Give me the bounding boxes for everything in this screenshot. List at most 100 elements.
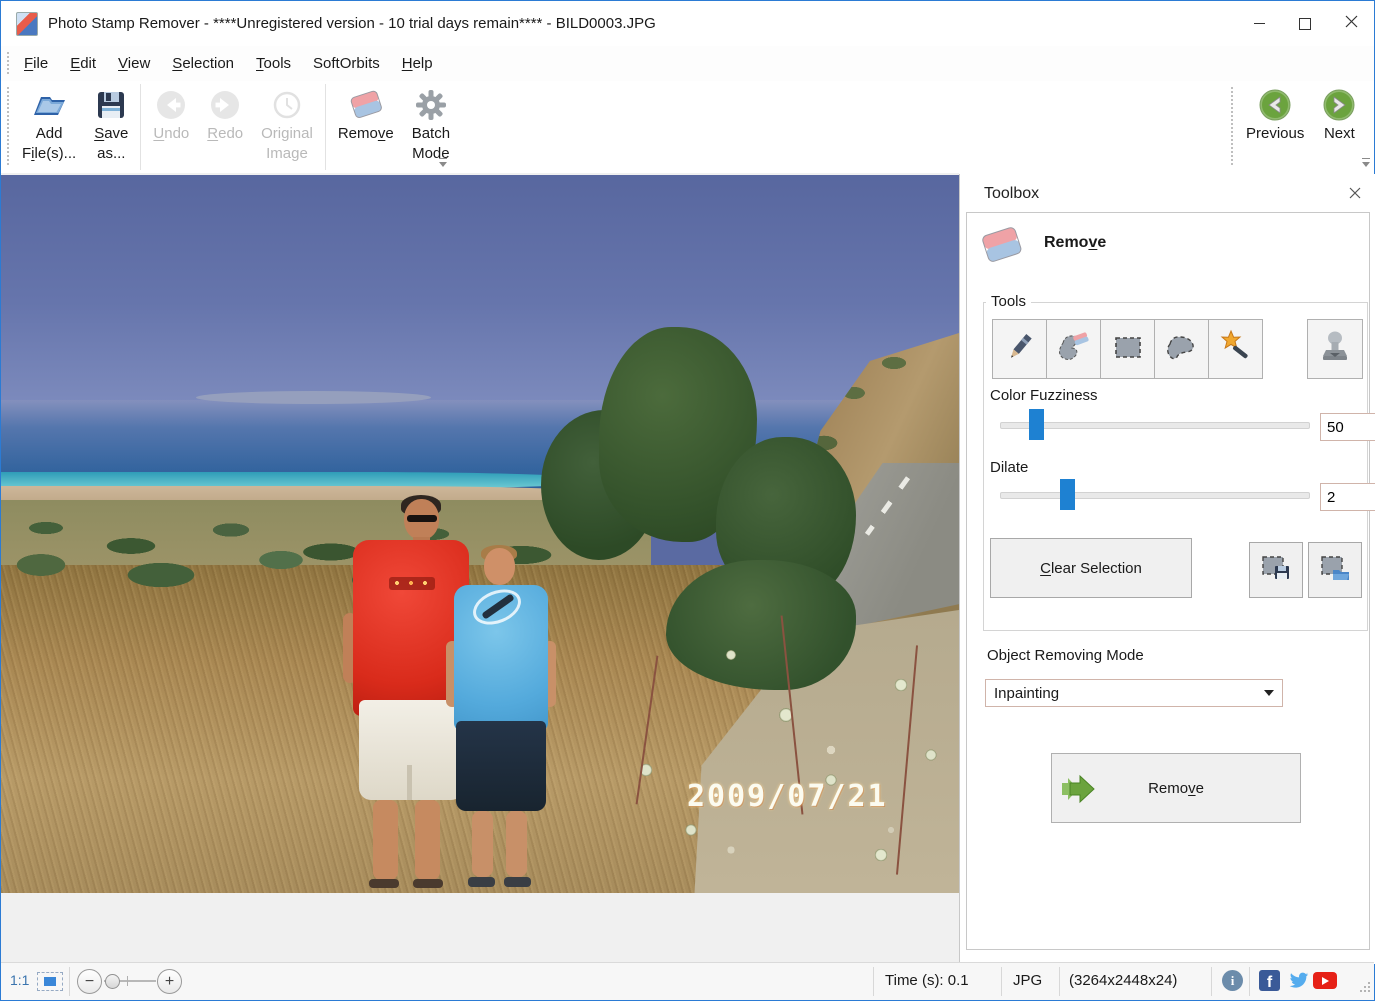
remove-tool-button[interactable]: Remove [329,81,403,173]
clone-stamp-icon [1318,329,1352,369]
dilate-slider[interactable] [1000,479,1310,510]
eraser-icon [346,86,386,124]
add-files-label: Add File(s)... [22,125,77,162]
chevron-down-icon [1264,690,1274,696]
object-removing-mode-select[interactable]: Inpainting [985,679,1283,707]
dilate-value[interactable] [1320,483,1375,511]
tool-freehand-selection-button[interactable] [1154,319,1209,379]
previous-button[interactable]: Previous [1237,81,1313,173]
photo-canvas[interactable]: 2009/07/21 [1,175,959,893]
menubar-grip[interactable] [6,52,9,75]
save-selection-button[interactable] [1249,542,1303,598]
main-toolbar: Add File(s)... Save as... Undo Redo Origin… [1,81,1374,173]
window-title: Photo Stamp Remover - ****Unregistered v… [48,15,656,32]
facebook-button[interactable]: f [1259,970,1280,991]
menu-selection[interactable]: Selection [161,49,245,78]
original-image-label: Original Image [261,125,313,162]
magic-wand-icon [1218,329,1254,369]
toolbar-grip[interactable] [6,87,9,167]
undo-icon [154,86,188,124]
zoom-in-button[interactable]: + [157,969,182,994]
close-icon [1349,186,1361,203]
info-button[interactable]: i [1222,970,1243,991]
navigation-toolbar: Previous Next [1225,81,1366,173]
save-as-button[interactable]: Save as... [85,81,137,173]
object-removing-mode-value: Inpainting [994,684,1060,702]
zoom-out-button[interactable]: − [77,969,102,994]
zoom-slider-thumb[interactable] [105,974,120,989]
boy-figure [446,545,556,891]
batch-mode-button[interactable]: Batch Mode [403,81,459,173]
dilate-slider-thumb[interactable] [1060,479,1075,510]
color-fuzziness-value[interactable] [1320,413,1375,441]
navbar-grip[interactable] [1230,87,1233,167]
twitter-icon [1287,972,1309,994]
menu-view[interactable]: View [107,49,161,78]
previous-icon [1258,86,1293,124]
pencil-icon [1003,330,1037,368]
photo-island [196,391,431,404]
tools-group-label: Tools [986,293,1032,310]
add-files-button[interactable]: Add File(s)... [13,81,85,173]
fit-to-window-button[interactable] [37,972,63,991]
minimize-icon [1253,23,1265,24]
maximize-button[interactable] [1282,2,1328,46]
color-fuzziness-slider[interactable] [1000,409,1310,440]
close-button[interactable] [1328,2,1374,46]
menu-tools[interactable]: Tools [245,49,302,78]
clear-selection-button[interactable]: Clear Selection [990,538,1192,598]
load-selection-button[interactable] [1308,542,1362,598]
youtube-button[interactable] [1313,970,1337,989]
mode-header-label: Remove [1044,234,1107,251]
save-as-label: Save as... [94,125,129,162]
tool-rectangle-selection-button[interactable] [1100,319,1155,379]
color-fuzziness-slider-thumb[interactable] [1029,409,1044,440]
tool-eraser-selection-button[interactable] [1046,319,1101,379]
image-canvas-area: 2009/07/21 [1,173,959,964]
freehand-selection-icon [1164,330,1200,368]
maximize-icon [1299,17,1311,30]
undo-label: Undo [153,125,190,142]
redo-icon [208,86,242,124]
file-format-label: JPG [1013,972,1043,989]
menu-help[interactable]: Help [391,49,444,78]
gear-icon [414,86,448,124]
rectangle-selection-icon [1111,330,1145,368]
toolbar-separator [324,84,326,170]
eraser-selection-icon [1055,329,1093,369]
youtube-icon [1313,972,1337,989]
previous-label: Previous [1246,125,1305,142]
floppy-icon [95,86,127,124]
resize-grip[interactable] [1359,981,1372,998]
dilate-label: Dilate [990,459,1029,476]
photo-thistles [601,595,959,893]
toolbar-overflow-chevron[interactable] [438,158,448,168]
fit-icon [44,977,56,986]
redo-label: Redo [207,125,244,142]
menu-file[interactable]: File [13,49,59,78]
green-double-arrow-icon [1060,772,1100,810]
photo-sky [1,175,959,407]
info-icon: i [1222,970,1243,991]
minimize-button[interactable] [1236,2,1282,46]
image-dimensions-label: (3264x2448x24) [1069,972,1178,989]
title-bar: Photo Stamp Remover - ****Unregistered v… [1,1,1374,46]
menu-edit[interactable]: Edit [59,49,107,78]
next-icon [1322,86,1357,124]
navbar-overflow-chevron[interactable] [1361,158,1371,168]
toolbox-close-button[interactable] [1347,186,1363,202]
toolbox-panel: Toolbox Remove Tools Color Fuzziness 50 … [959,174,1375,964]
zoom-slider-tick [127,976,128,986]
original-image-button: Original Image [252,81,322,173]
tool-clone-stamp-button[interactable] [1307,319,1363,379]
menu-softorbits[interactable]: SoftOrbits [302,49,391,78]
next-button[interactable]: Next [1313,81,1365,173]
twitter-button[interactable] [1287,970,1309,994]
object-removing-mode-label: Object Removing Mode [987,647,1144,664]
folder-icon [30,86,68,124]
undo-button: Undo [144,81,198,173]
remove-action-button[interactable]: Remo v e [1051,753,1301,823]
history-clock-icon [270,86,304,124]
tool-pencil-button[interactable] [992,319,1047,379]
tool-magic-wand-button[interactable] [1208,319,1263,379]
